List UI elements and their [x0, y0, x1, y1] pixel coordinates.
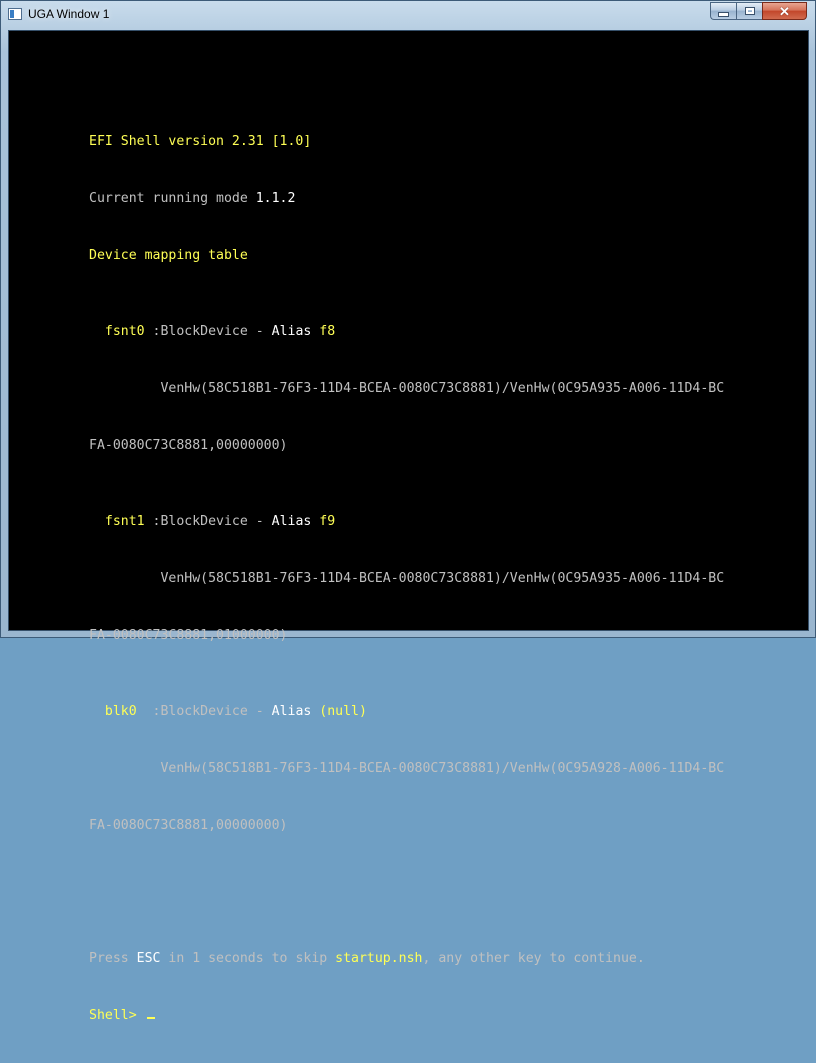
device-alias: f9 — [319, 514, 336, 529]
startup-prompt-line: Press ESC in 1 seconds to skip startup.n… — [89, 949, 724, 968]
running-mode-line: Current running mode 1.1.2 — [89, 189, 724, 208]
device-type: :BlockDevice - — [136, 704, 272, 719]
terminal-output: EFI Shell version 2.31 [1.0] Current run… — [89, 94, 724, 1063]
device-name: fsnt1 — [104, 514, 145, 529]
device-type: :BlockDevice - — [144, 324, 272, 339]
shell-prompt: Shell> — [89, 1008, 145, 1023]
maximize-icon — [744, 7, 755, 15]
device-name: blk0 — [104, 704, 137, 719]
title-bar[interactable]: UGA Window 1 ✕ — [1, 1, 815, 29]
device-path: VenHw(58C518B1-76F3-11D4-BCEA-0080C73C88… — [160, 571, 725, 586]
device-path: VenHw(58C518B1-76F3-11D4-BCEA-0080C73C88… — [160, 381, 725, 396]
skip-text: in 1 seconds to skip — [160, 951, 336, 966]
device-path-cont: FA-0080C73C8881,00000000) — [89, 438, 288, 453]
device-path-line: VenHw(58C518B1-76F3-11D4-BCEA-0080C73C88… — [89, 379, 724, 398]
shell-console[interactable]: EFI Shell version 2.31 [1.0] Current run… — [8, 30, 809, 1023]
alias-label: Alias — [271, 324, 320, 339]
device-row-fsnt1: fsnt1 :BlockDevice - Alias f9 — [89, 512, 724, 531]
maximize-button[interactable] — [736, 2, 762, 20]
device-row-fsnt0: fsnt0 :BlockDevice - Alias f8 — [89, 322, 724, 341]
text-cursor — [146, 1017, 155, 1019]
esc-key-label: ESC — [136, 951, 161, 966]
caption-buttons: ✕ — [710, 2, 807, 21]
device-path-cont: FA-0080C73C8881,00000000) — [89, 818, 288, 833]
device-alias: (null) — [319, 704, 367, 719]
window-app-icon[interactable] — [8, 8, 22, 20]
startup-file-name: startup.nsh — [335, 951, 423, 966]
device-row-blk0: blk0 :BlockDevice - Alias (null) — [89, 702, 724, 721]
uga-window: UGA Window 1 ✕ EFI Shell version 2.31 [1… — [0, 0, 816, 1023]
device-mapping-heading: Device mapping table — [89, 248, 248, 263]
device-alias: f8 — [319, 324, 336, 339]
window-title: UGA Window 1 — [28, 7, 110, 21]
device-path-line: VenHw(58C518B1-76F3-11D4-BCEA-0080C73C88… — [89, 569, 724, 588]
alias-label: Alias — [271, 704, 320, 719]
minimize-button[interactable] — [710, 2, 736, 20]
device-name: fsnt0 — [104, 324, 145, 339]
minimize-icon — [718, 11, 729, 17]
device-path: VenHw(58C518B1-76F3-11D4-BCEA-0080C73C88… — [160, 761, 725, 776]
press-text: Press — [89, 951, 137, 966]
shell-version-line: EFI Shell version 2.31 [1.0] — [89, 134, 312, 149]
device-path-line: VenHw(58C518B1-76F3-11D4-BCEA-0080C73C88… — [89, 759, 724, 778]
device-type: :BlockDevice - — [144, 514, 272, 529]
alias-label: Alias — [271, 514, 320, 529]
running-mode-value: 1.1.2 — [255, 191, 296, 206]
shell-prompt-line[interactable]: Shell> — [89, 1006, 724, 1025]
continue-text: , any other key to continue. — [422, 951, 645, 966]
device-path-cont: FA-0080C73C8881,01000000) — [89, 628, 288, 643]
close-icon: ✕ — [779, 3, 790, 19]
close-button[interactable]: ✕ — [762, 2, 807, 20]
running-mode-label: Current running mode — [89, 191, 256, 206]
